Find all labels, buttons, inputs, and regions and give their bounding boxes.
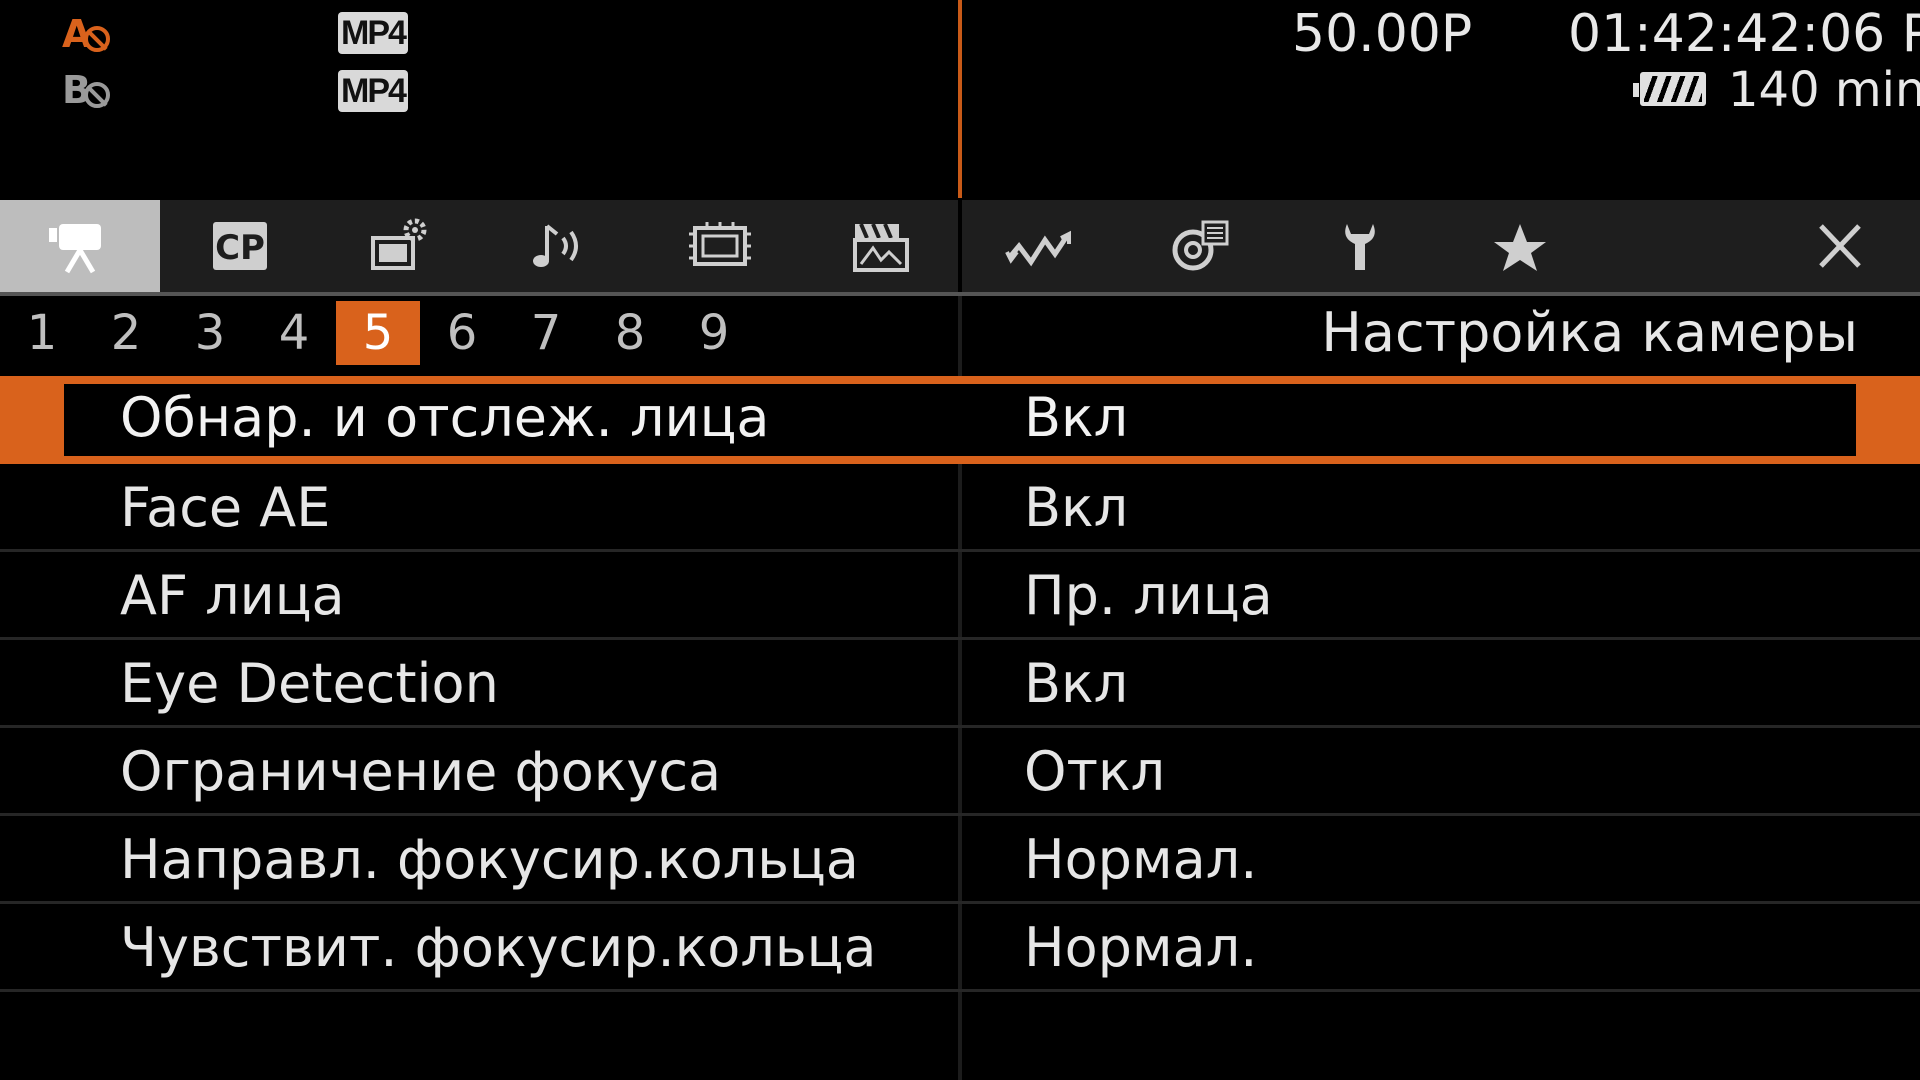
- page-1[interactable]: 1: [0, 301, 84, 365]
- divider-line: [958, 0, 962, 198]
- menu-item-label: Обнар. и отслеж. лица: [120, 386, 770, 449]
- tab-camera[interactable]: [0, 200, 160, 292]
- tab-recording-media[interactable]: [640, 200, 800, 292]
- tab-network[interactable]: [1120, 200, 1280, 292]
- page-4[interactable]: 4: [252, 301, 336, 365]
- page-2[interactable]: 2: [84, 301, 168, 365]
- battery-time: 140 min: [1728, 62, 1920, 118]
- column-divider: [958, 296, 962, 376]
- waveform-icon: [1005, 230, 1071, 267]
- page-3[interactable]: 3: [168, 301, 252, 365]
- slot-b-disabled-icon: B: [58, 68, 114, 112]
- tab-audio[interactable]: [480, 200, 640, 292]
- camera-settings-icon: [371, 218, 427, 270]
- menu-row-face-detection[interactable]: Обнар. и отслеж. лица Вкл: [0, 376, 1920, 464]
- close-icon: [1819, 224, 1861, 268]
- menu-item-label: Направл. фокусир.кольца: [120, 828, 859, 891]
- menu-row-face-af[interactable]: AF лица Пр. лица: [0, 552, 1920, 640]
- menu-item-label: Чувствит. фокусир.кольца: [120, 916, 877, 979]
- wrench-icon: [1345, 224, 1375, 270]
- page-7[interactable]: 7: [504, 301, 588, 365]
- menu-row-face-ae[interactable]: Face AE Вкл: [0, 464, 1920, 552]
- timecode: 01:42:42:06 P: [1568, 4, 1920, 64]
- tab-system-setup[interactable]: [1280, 200, 1440, 292]
- tab-camera-settings[interactable]: [320, 200, 480, 292]
- menu-item-value: Вкл: [1024, 476, 1129, 539]
- tab-custom-picture[interactable]: CP: [160, 200, 320, 292]
- menu-item-value: Вкл: [1024, 652, 1129, 715]
- menu-item-value: Вкл: [1024, 386, 1129, 449]
- audio-icon: [533, 224, 578, 267]
- slot-b-format-badge: MP4: [338, 70, 408, 112]
- menu-tab-bar: CP: [0, 200, 1920, 296]
- menu-item-value: Нормал.: [1024, 916, 1258, 979]
- page-9[interactable]: 9: [672, 301, 756, 365]
- close-menu-button[interactable]: [1760, 200, 1920, 292]
- menu-item-value: Пр. лица: [1024, 564, 1273, 627]
- tab-image-assist[interactable]: [800, 200, 960, 292]
- menu-row-focus-limit[interactable]: Ограничение фокуса Откл: [0, 728, 1920, 816]
- tab-my-menu[interactable]: [1440, 200, 1600, 292]
- camera-icon: [49, 224, 101, 274]
- menu-title: Настройка камеры: [1321, 301, 1858, 364]
- menu-item-value: Откл: [1024, 740, 1166, 803]
- menu-item-label: Ограничение фокуса: [120, 740, 722, 803]
- page-6[interactable]: 6: [420, 301, 504, 365]
- menu-item-label: AF лица: [120, 564, 345, 627]
- prohibited-icon: [84, 26, 110, 52]
- menu-item-value: Нормал.: [1024, 828, 1258, 891]
- slot-a-format-badge: MP4: [338, 12, 408, 54]
- menu-row-focus-ring-sensitivity[interactable]: Чувствит. фокусир.кольца Нормал.: [0, 904, 1920, 992]
- network-icon: [1172, 220, 1229, 271]
- page-8[interactable]: 8: [588, 301, 672, 365]
- page-5[interactable]: 5: [336, 301, 420, 365]
- star-icon: [1494, 224, 1546, 271]
- slot-a-disabled-icon: A: [58, 12, 114, 56]
- menu-item-label: Face AE: [120, 476, 331, 539]
- image-assist-icon: [853, 223, 909, 272]
- battery-icon: [1633, 72, 1706, 106]
- frame-rate: 50.00P: [1292, 4, 1473, 64]
- custom-picture-icon: CP: [213, 222, 267, 270]
- menu-row-focus-ring-direction[interactable]: Направл. фокусир.кольца Нормал.: [0, 816, 1920, 904]
- menu-row-eye-detection[interactable]: Eye Detection Вкл: [0, 640, 1920, 728]
- prohibited-icon: [84, 82, 110, 108]
- recording-media-icon: [689, 222, 751, 266]
- svg-text:CP: CP: [215, 228, 265, 268]
- tab-waveform[interactable]: [960, 200, 1120, 292]
- menu-item-label: Eye Detection: [120, 652, 499, 715]
